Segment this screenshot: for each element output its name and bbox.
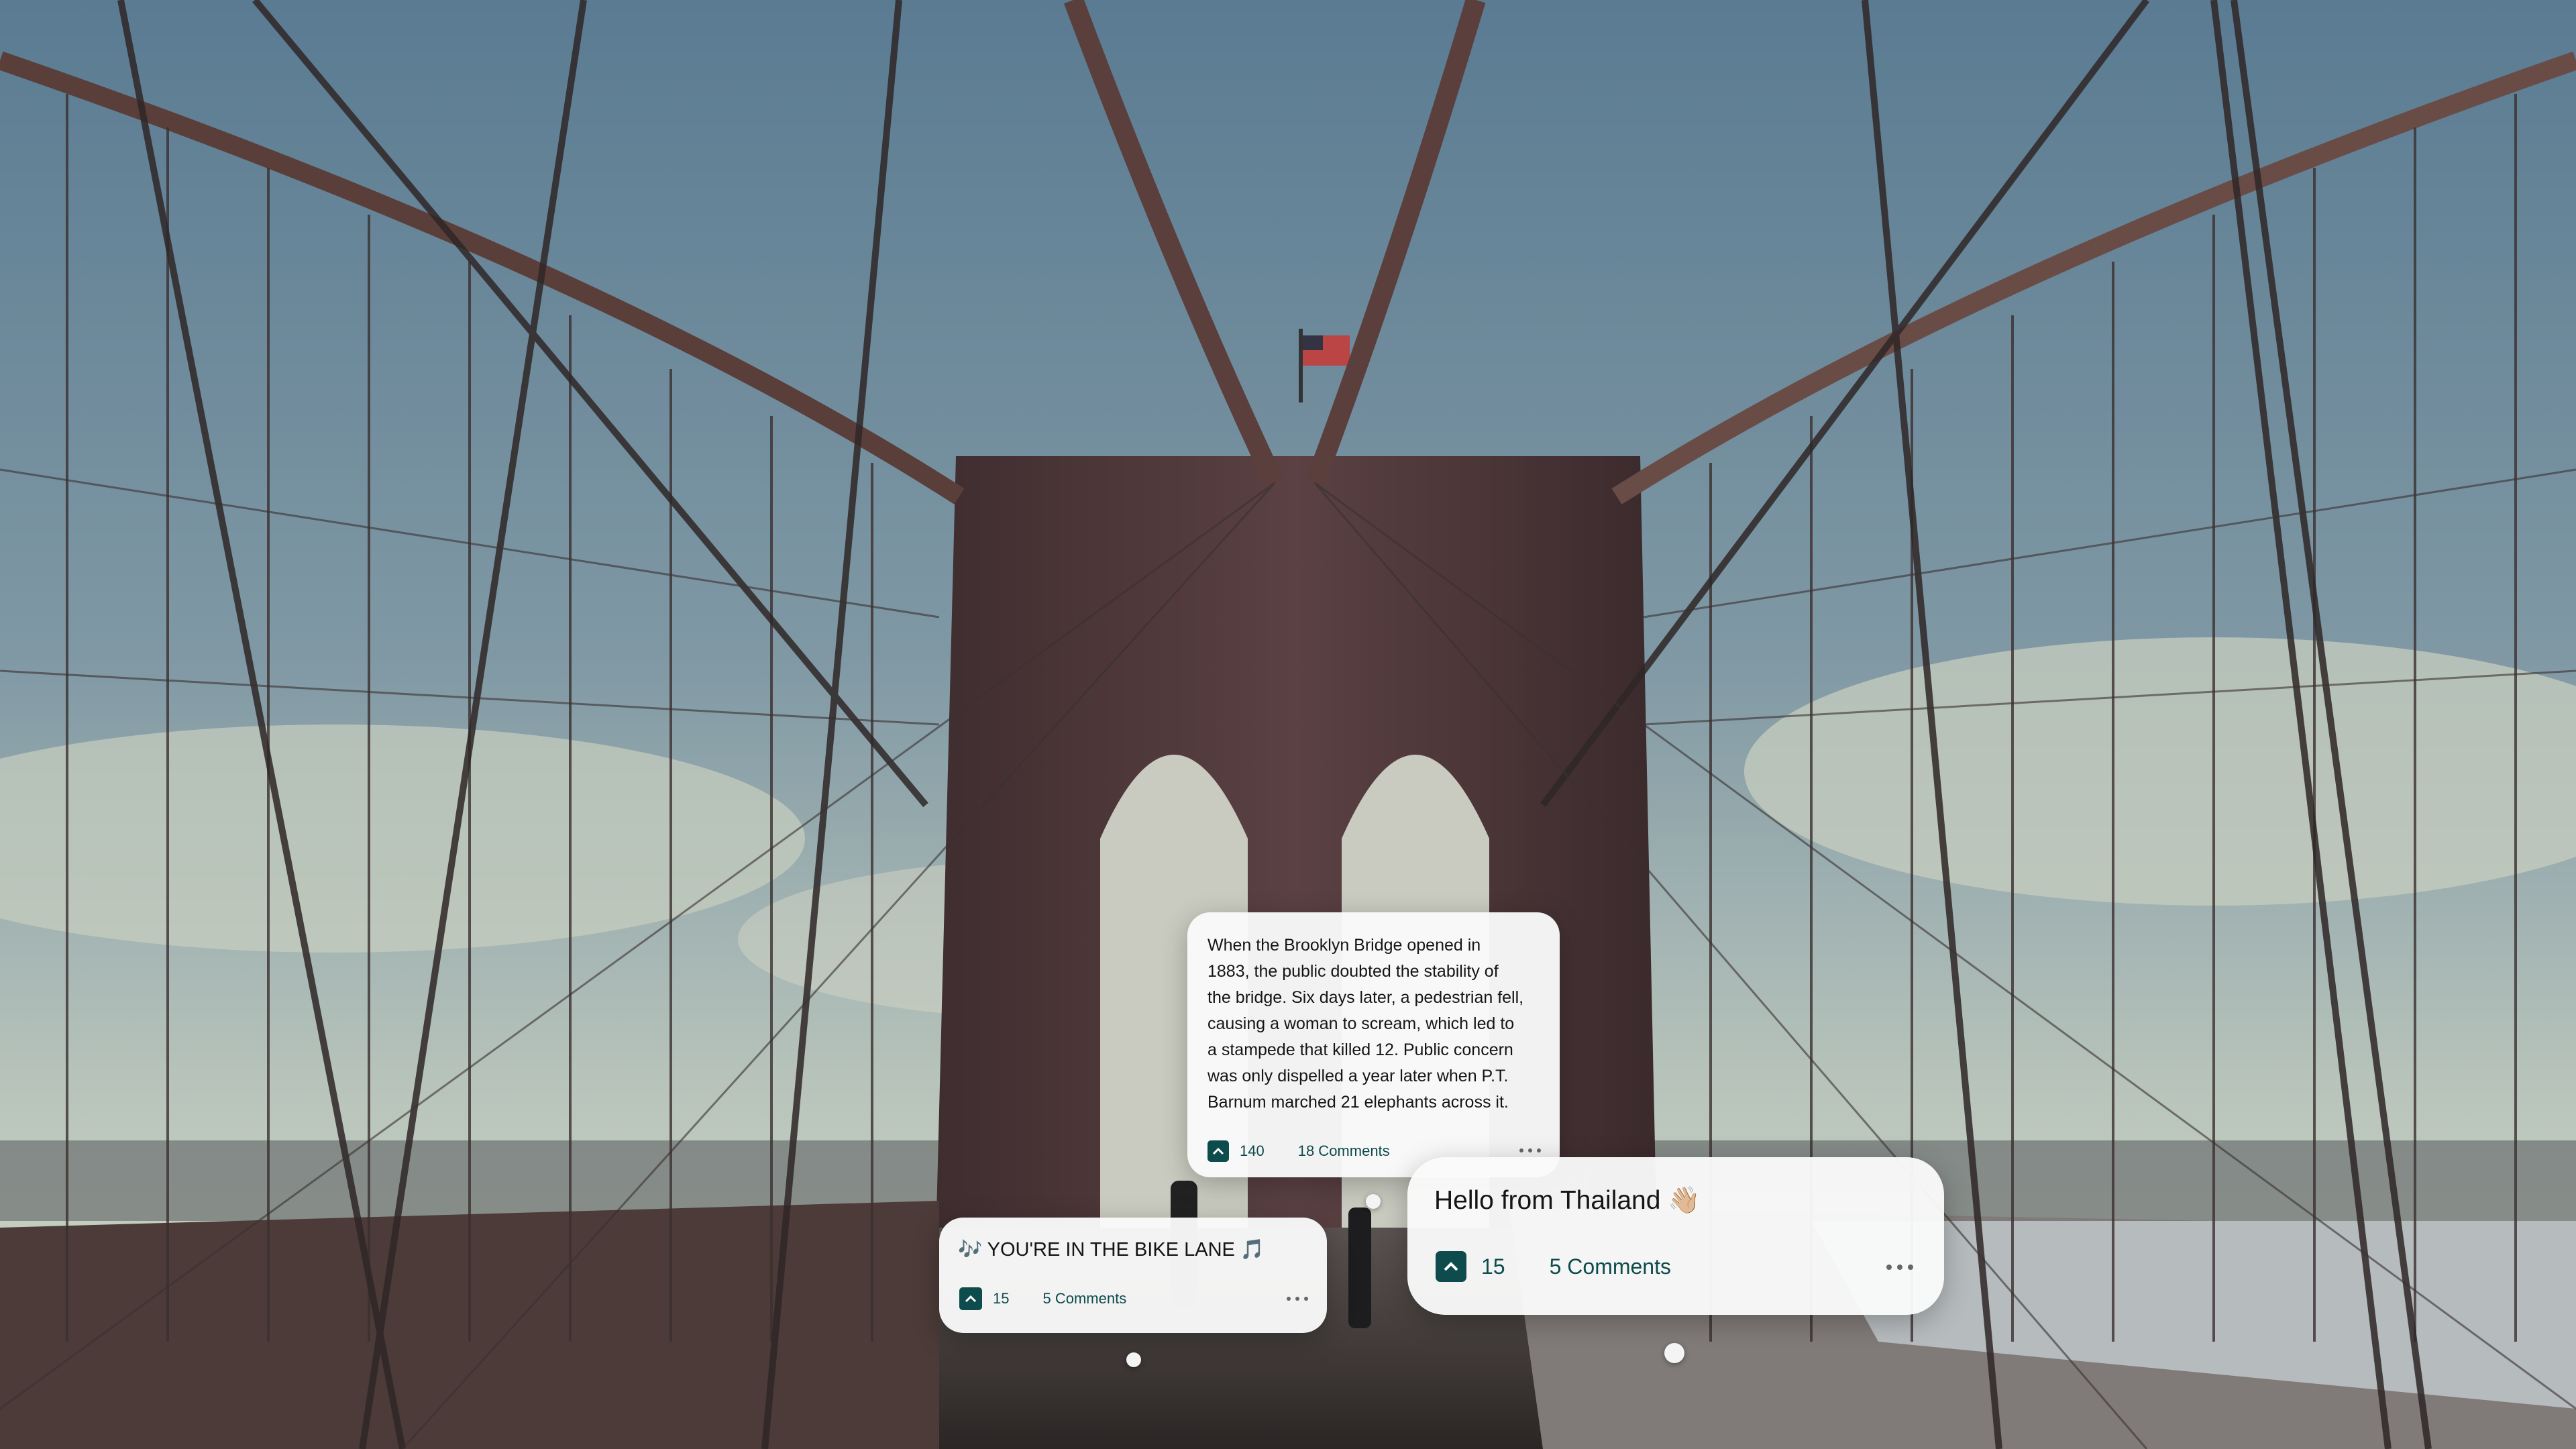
- more-dots-icon: [1295, 1297, 1299, 1301]
- chevron-up-icon: [965, 1295, 977, 1303]
- more-dots-icon: [1519, 1148, 1523, 1152]
- more-dots-icon: [1304, 1297, 1308, 1301]
- card-actions: 15 5 Comments: [959, 1287, 1126, 1310]
- thailand-card[interactable]: Hello from Thailand 👋🏼 15 5 Comments: [1407, 1157, 1944, 1315]
- location-dot-icon[interactable]: [1664, 1343, 1684, 1363]
- vote-count: 15: [1481, 1254, 1505, 1279]
- more-options-button[interactable]: [1886, 1265, 1913, 1270]
- upvote-button[interactable]: [1208, 1140, 1229, 1162]
- location-dot-icon[interactable]: [1366, 1194, 1381, 1209]
- more-options-button[interactable]: [1287, 1297, 1308, 1301]
- card-actions: 15 5 Comments: [1436, 1251, 1671, 1282]
- bike-lane-card[interactable]: 🎶 YOU'RE IN THE BIKE LANE 🎵 15 5 Comment…: [939, 1218, 1327, 1333]
- more-options-button[interactable]: [1519, 1148, 1541, 1152]
- card-text: Hello from Thailand 👋🏼: [1434, 1186, 1701, 1215]
- comments-link[interactable]: 5 Comments: [1042, 1290, 1126, 1307]
- chevron-up-icon: [1212, 1147, 1224, 1155]
- more-dots-icon: [1897, 1265, 1902, 1270]
- more-dots-icon: [1886, 1265, 1892, 1270]
- chevron-up-icon: [1444, 1262, 1458, 1271]
- more-dots-icon: [1287, 1297, 1291, 1301]
- more-dots-icon: [1537, 1148, 1541, 1152]
- card-text: 🎶 YOU'RE IN THE BIKE LANE 🎵: [958, 1239, 1265, 1260]
- comments-link[interactable]: 18 Comments: [1298, 1142, 1390, 1160]
- more-dots-icon: [1528, 1148, 1532, 1152]
- upvote-button[interactable]: [959, 1287, 982, 1310]
- more-dots-icon: [1908, 1265, 1913, 1270]
- fact-card[interactable]: When the Brooklyn Bridge opened in 1883,…: [1187, 912, 1560, 1177]
- vote-count: 15: [993, 1290, 1010, 1307]
- comments-link[interactable]: 5 Comments: [1550, 1254, 1671, 1279]
- upvote-button[interactable]: [1436, 1251, 1466, 1282]
- vote-count: 140: [1240, 1142, 1265, 1159]
- card-text: When the Brooklyn Bridge opened in 1883,…: [1208, 936, 1524, 1112]
- location-dot-icon[interactable]: [1126, 1352, 1141, 1367]
- card-actions: 140 18 Comments: [1208, 1140, 1390, 1162]
